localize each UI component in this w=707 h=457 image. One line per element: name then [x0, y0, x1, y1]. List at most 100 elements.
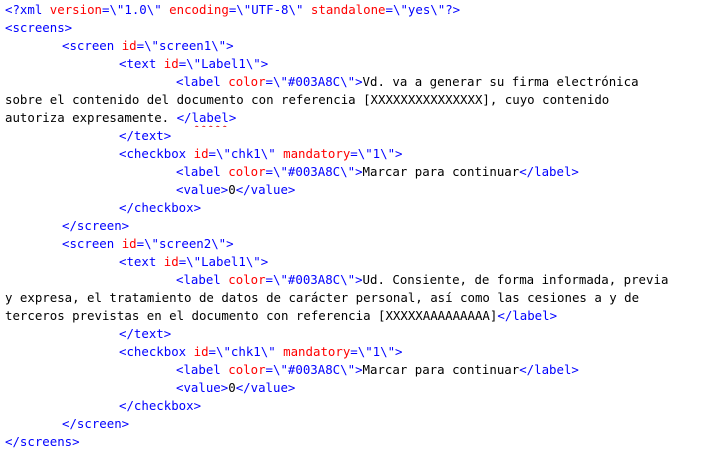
id-attr: id [193, 344, 209, 359]
xml-editor[interactable]: <?xml version=\"1.0\" encoding=\"UTF-8\"… [0, 0, 707, 457]
tag-gt: > [395, 344, 403, 359]
tag-gt: > [355, 164, 363, 179]
color-attr: color [228, 362, 266, 377]
screen1-label-line-1: <label color=\"#003A8C\">Vd. va a genera… [0, 73, 707, 91]
mandatory-value: =\"1\" [350, 344, 396, 359]
checkbox-close-tag: </checkbox> [119, 398, 202, 413]
screen-close-tag: </screen> [62, 416, 130, 431]
id-attr: id [121, 236, 137, 251]
chk1-id-value: =\"chk1\" [208, 146, 276, 161]
screen2-checkbox-label-line: <label color=\"#003A8C\">Marcar para con… [0, 361, 707, 379]
screen-open-tag: <screen [62, 38, 115, 53]
label-close-lt: </ [176, 110, 192, 125]
tag-gt: > [355, 272, 363, 287]
color-value: =\"#003A8C\" [265, 74, 356, 89]
tag-gt: > [355, 74, 363, 89]
text-open-tag: <text [119, 254, 157, 269]
value-text: 0 [228, 380, 236, 395]
color-attr: color [228, 74, 266, 89]
id-attr: id [193, 146, 209, 161]
screens-close-line: </screens> [0, 433, 707, 451]
label-close-word-spellcheck[interactable]: label [192, 110, 229, 125]
checkbox-label-text: Marcar para continuar [362, 362, 520, 377]
id-attr: id [163, 56, 179, 71]
tag-gt: > [226, 38, 234, 53]
screen2-id-value: =\"screen2\" [136, 236, 227, 251]
screen1-label-text-1: Vd. va a generar su firma electrónica [362, 74, 639, 89]
value-close-tag: </value> [235, 182, 296, 197]
screen2-label-text-1: Ud. Consiente, de forma informada, previ… [362, 272, 669, 287]
screen1-open-line: <screen id=\"screen1\"> [0, 37, 707, 55]
label-close-tag: </label> [519, 164, 579, 179]
screen2-text-close-line: </text> [0, 325, 707, 343]
value-close-tag: </value> [235, 380, 296, 395]
text-open-tag: <text [119, 56, 157, 71]
label-open-tag: <label [176, 164, 221, 179]
screen1-checkbox-open-line: <checkbox id=\"chk1\" mandatory=\"1\"> [0, 145, 707, 163]
label-close-tag: </label> [519, 362, 579, 377]
text-close-tag: </text> [119, 326, 172, 341]
screen1-label-line-3: autoriza expresamente. </label> [0, 109, 707, 127]
tag-gt: > [260, 56, 269, 71]
screen2-label-line-1: <label color=\"#003A8C\">Ud. Consiente, … [0, 271, 707, 289]
screen2-close-line: </screen> [0, 415, 707, 433]
value-open-tag: <value> [176, 182, 229, 197]
screens-open-line: <screens> [0, 19, 707, 37]
checkbox-close-tag: </checkbox> [119, 200, 202, 215]
screen1-label-text-3: autoriza expresamente. [5, 110, 177, 125]
color-value: =\"#003A8C\" [265, 272, 356, 287]
tag-gt: > [228, 110, 237, 125]
label-open-tag: <label [176, 74, 221, 89]
screen1-label-line-2: sobre el contenido del documento con ref… [0, 91, 707, 109]
checkbox-label-text: Marcar para continuar [362, 164, 520, 179]
xml-decl-close: ?> [445, 2, 461, 17]
tag-gt: > [260, 254, 269, 269]
screen2-label-text-3: terceros previstas en el documento con r… [5, 308, 498, 323]
value-text: 0 [228, 182, 236, 197]
label-open-tag: <label [176, 272, 221, 287]
color-attr: color [228, 272, 266, 287]
screen1-id-value: =\"screen1\" [136, 38, 227, 53]
screen2-text-open-line: <text id=\"Label1\"> [0, 253, 707, 271]
xml-decl-standalone-value: =\"yes\" [385, 2, 446, 17]
xml-declaration-line: <?xml version=\"1.0\" encoding=\"UTF-8\"… [0, 1, 707, 19]
screen1-text-open-line: <text id=\"Label1\"> [0, 55, 707, 73]
xml-decl-open: <?xml [5, 2, 43, 17]
screen1-text-close-line: </text> [0, 127, 707, 145]
mandatory-attr: mandatory [283, 146, 351, 161]
screen2-open-line: <screen id=\"screen2\"> [0, 235, 707, 253]
screen2-value-line: <value>0</value> [0, 379, 707, 397]
chk1-id-value: =\"chk1\" [208, 344, 276, 359]
screen2-label-line-2: y expresa, el tratamiento de datos de ca… [0, 289, 707, 307]
tag-gt: > [226, 236, 234, 251]
id-attr: id [163, 254, 179, 269]
checkbox-open-tag: <checkbox [119, 146, 187, 161]
mandatory-value: =\"1\" [350, 146, 396, 161]
color-attr: color [228, 164, 266, 179]
screen1-label-text-2: sobre el contenido del documento con ref… [5, 92, 610, 107]
screen2-label-line-3: terceros previstas en el documento con r… [0, 307, 707, 325]
screen2-checkbox-close-line: </checkbox> [0, 397, 707, 415]
screen1-checkbox-close-line: </checkbox> [0, 199, 707, 217]
label-open-tag: <label [176, 362, 221, 377]
xml-decl-version-value: =\"1.0\" [102, 2, 162, 17]
color-value: =\"#003A8C\" [265, 362, 356, 377]
id-attr: id [121, 38, 137, 53]
screen1-value-line: <value>0</value> [0, 181, 707, 199]
xml-decl-standalone-attr: standalone [310, 2, 386, 17]
screens-close-tag: </screens> [5, 434, 80, 449]
screen2-checkbox-open-line: <checkbox id=\"chk1\" mandatory=\"1\"> [0, 343, 707, 361]
label1-id-value: =\"Label1\" [178, 254, 261, 269]
screens-open-tag: <screens> [5, 20, 73, 35]
label-close-tag: </label> [497, 308, 558, 323]
mandatory-attr: mandatory [283, 344, 351, 359]
label1-id-value: =\"Label1\" [178, 56, 261, 71]
color-value: =\"#003A8C\" [265, 164, 356, 179]
screen-close-tag: </screen> [62, 218, 130, 233]
screen1-close-line: </screen> [0, 217, 707, 235]
tag-gt: > [395, 146, 403, 161]
tag-gt: > [355, 362, 363, 377]
xml-decl-encoding-attr: encoding [169, 2, 229, 17]
value-open-tag: <value> [176, 380, 229, 395]
xml-decl-version-attr: version [49, 2, 102, 17]
